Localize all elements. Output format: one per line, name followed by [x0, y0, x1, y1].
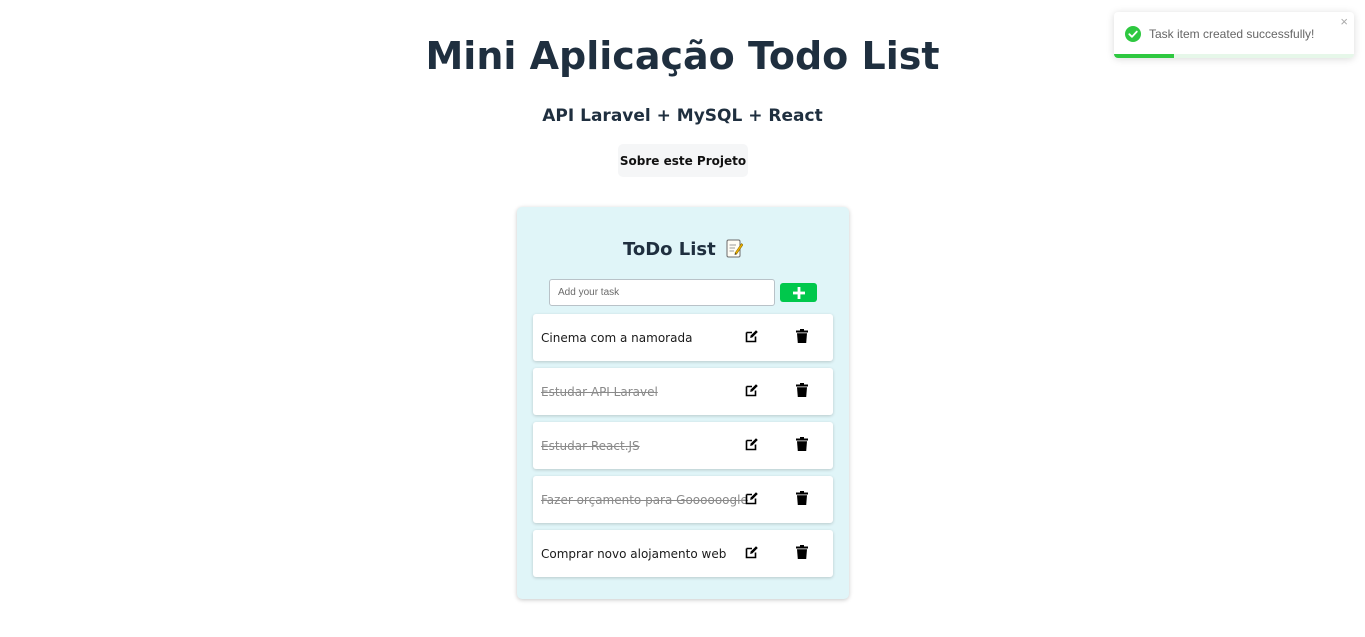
page-subtitle: API Laravel + MySQL + React	[542, 106, 823, 126]
edit-task-button[interactable]	[744, 437, 760, 453]
add-task-input[interactable]	[549, 279, 775, 306]
edit-icon	[745, 384, 758, 397]
edit-task-button[interactable]	[744, 545, 760, 561]
toast-message: Task item created successfully!	[1149, 27, 1315, 41]
page: Mini Aplicação Todo List API Laravel + M…	[0, 0, 1365, 637]
trash-icon	[796, 329, 808, 343]
task-list: Cinema com a namorada Estudar API Laravel…	[533, 314, 833, 584]
task-item[interactable]: Estudar API Laravel	[533, 368, 833, 415]
memo-icon	[726, 239, 744, 258]
task-item[interactable]: Comprar novo alojamento web	[533, 530, 833, 577]
success-toast: Task item created successfully! ×	[1114, 12, 1354, 58]
task-item[interactable]: Estudar React.JS	[533, 422, 833, 469]
todo-title: ToDo List	[517, 237, 849, 263]
task-text[interactable]: Fazer orçamento para Goooooogle	[541, 493, 748, 507]
check-circle-icon	[1125, 26, 1141, 42]
task-text[interactable]: Comprar novo alojamento web	[541, 547, 726, 561]
delete-task-button[interactable]	[794, 545, 810, 561]
trash-icon	[796, 491, 808, 505]
todo-card: ToDo List Cinema com a namorada Estudar A…	[517, 207, 849, 599]
delete-task-button[interactable]	[794, 437, 810, 453]
edit-task-button[interactable]	[744, 383, 760, 399]
task-text[interactable]: Estudar React.JS	[541, 439, 640, 453]
trash-icon	[796, 383, 808, 397]
delete-task-button[interactable]	[794, 383, 810, 399]
edit-icon	[745, 492, 758, 505]
task-text[interactable]: Cinema com a namorada	[541, 331, 692, 345]
plus-icon	[792, 286, 805, 299]
edit-task-button[interactable]	[744, 491, 760, 507]
delete-task-button[interactable]	[794, 491, 810, 507]
toast-progress-track	[1114, 54, 1354, 58]
edit-icon	[745, 330, 758, 343]
task-item[interactable]: Fazer orçamento para Goooooogle	[533, 476, 833, 523]
toast-close-button[interactable]: ×	[1340, 14, 1348, 29]
task-text[interactable]: Estudar API Laravel	[541, 385, 658, 399]
todo-title-text: ToDo List	[622, 239, 716, 260]
about-project-button[interactable]: Sobre este Projeto	[618, 144, 748, 177]
edit-task-button[interactable]	[744, 329, 760, 345]
delete-task-button[interactable]	[794, 329, 810, 345]
trash-icon	[796, 545, 808, 559]
toast-progress-bar	[1114, 54, 1174, 58]
trash-icon	[796, 437, 808, 451]
edit-icon	[745, 438, 758, 451]
edit-icon	[745, 546, 758, 559]
task-item[interactable]: Cinema com a namorada	[533, 314, 833, 361]
add-task-button[interactable]	[780, 283, 817, 302]
